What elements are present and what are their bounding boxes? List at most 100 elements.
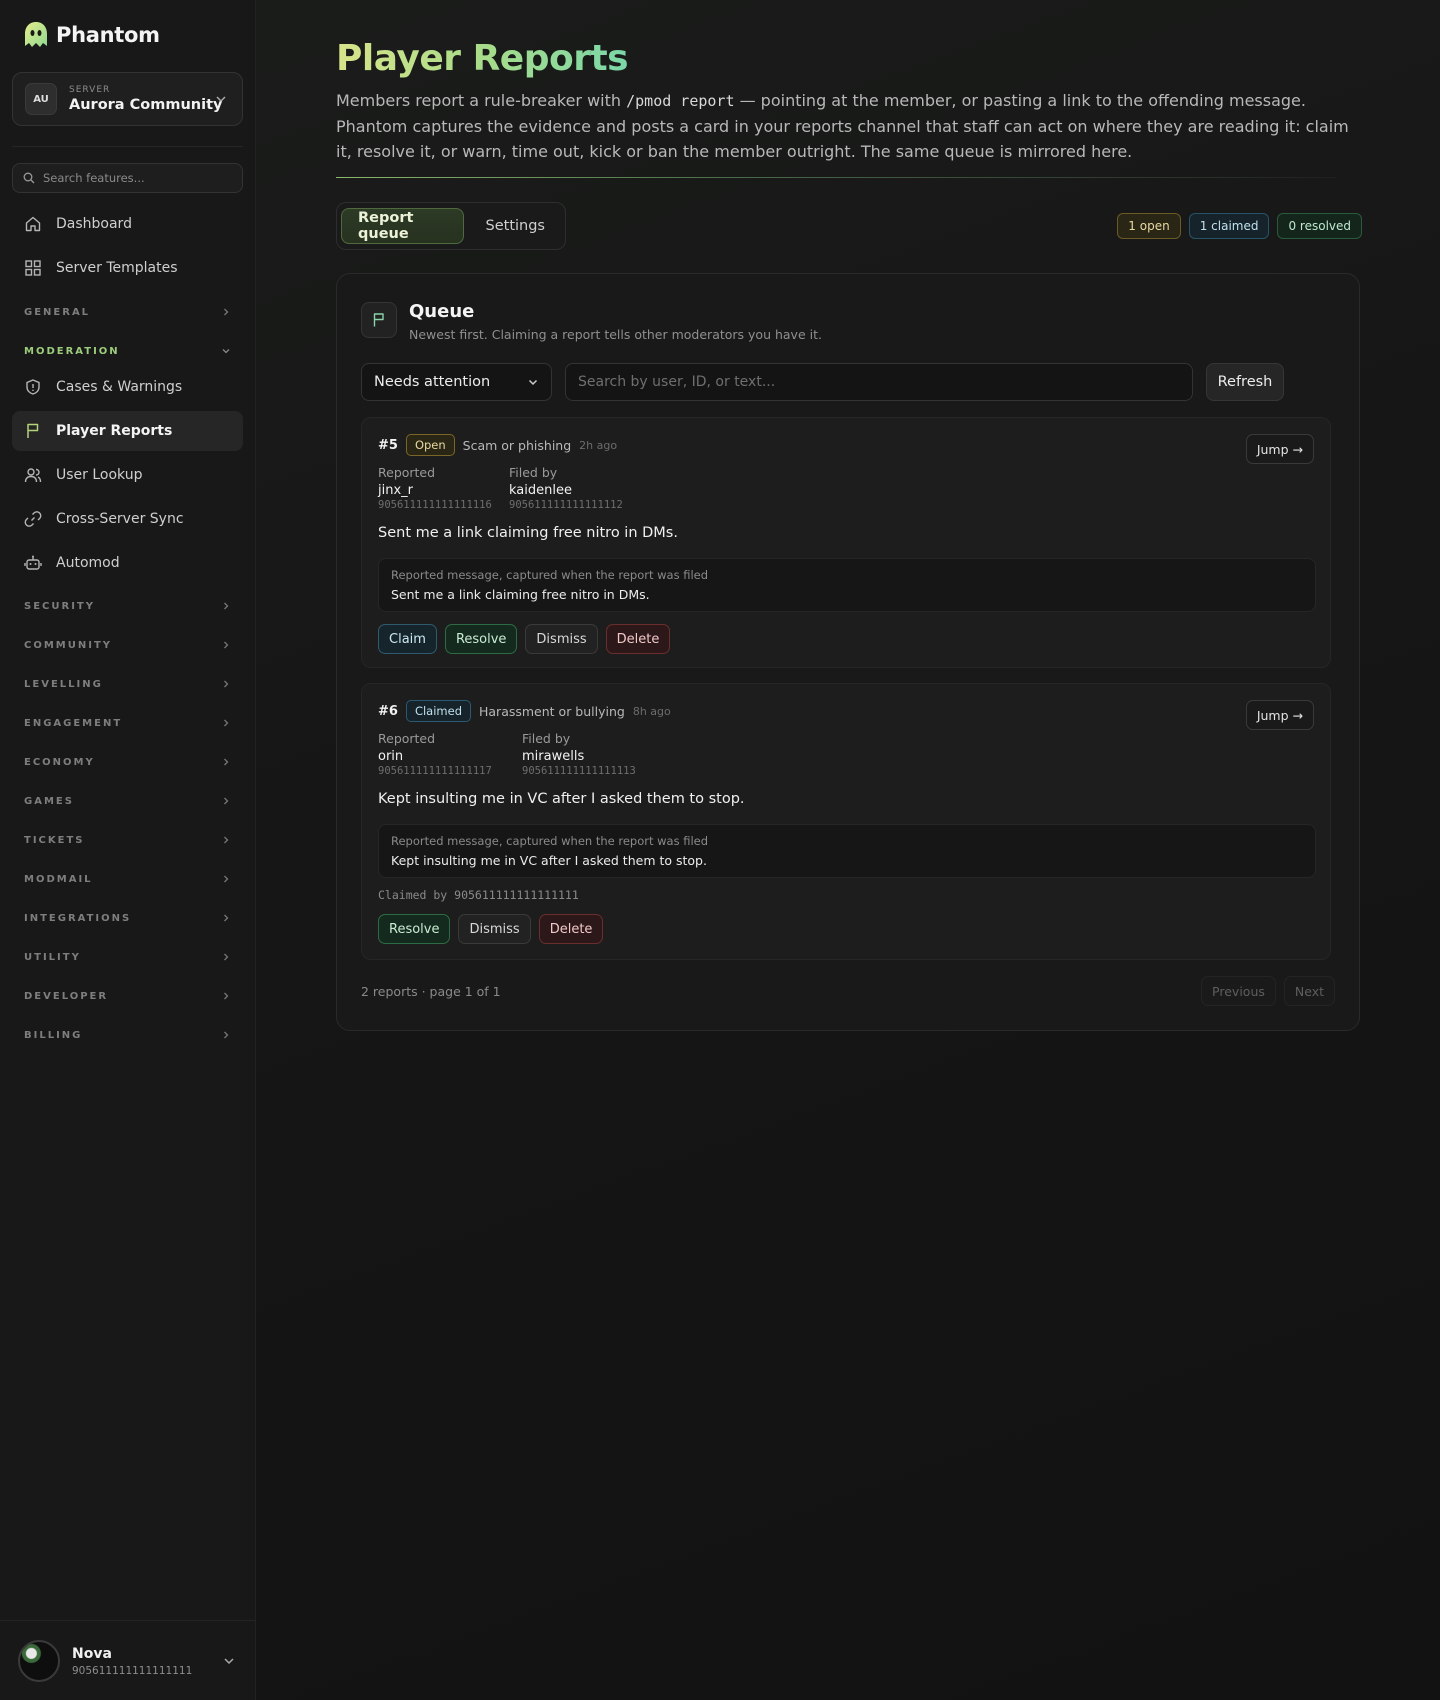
report-search-input[interactable] xyxy=(565,363,1193,401)
page-description: Members report a rule-breaker with /pmod… xyxy=(336,88,1366,164)
section-security[interactable]: SECURITY xyxy=(24,596,231,616)
chevron-right-icon xyxy=(224,797,229,805)
sidebar-item-label: Cross-Server Sync xyxy=(56,511,184,527)
user-menu[interactable]: Nova 905611111111111111 xyxy=(18,1638,240,1684)
resolved-count-badge: 0 resolved xyxy=(1277,213,1362,239)
chevron-right-icon xyxy=(224,641,229,649)
sidebar-item-cross-server-sync[interactable]: Cross-Server Sync xyxy=(12,499,243,539)
reported-id: 905611111111111116 xyxy=(378,499,492,511)
link-icon xyxy=(24,511,42,527)
section-developer[interactable]: DEVELOPER xyxy=(24,986,231,1006)
report-number: #5 xyxy=(378,437,398,453)
section-integrations[interactable]: INTEGRATIONS xyxy=(24,908,231,928)
section-label: DEVELOPER xyxy=(24,990,109,1002)
sidebar-item-label: Player Reports xyxy=(56,423,173,439)
sidebar-item-automod[interactable]: Automod xyxy=(12,543,243,583)
brand[interactable]: Phantom xyxy=(22,20,160,50)
sidebar-item-label: User Lookup xyxy=(56,467,143,483)
refresh-button[interactable]: Refresh xyxy=(1206,363,1284,401)
reported-message-quote: Reported message, captured when the repo… xyxy=(378,824,1316,878)
queue-panel: Queue Newest first. Claiming a report te… xyxy=(336,273,1360,1031)
next-page-button[interactable]: Next xyxy=(1283,976,1335,1006)
chevron-right-icon xyxy=(224,953,229,961)
section-economy[interactable]: ECONOMY xyxy=(24,752,231,772)
section-label: MODMAIL xyxy=(24,873,93,885)
pagination-summary: 2 reports · page 1 of 1 xyxy=(361,984,501,999)
reported-name: jinx_r xyxy=(378,483,414,498)
section-general[interactable]: GENERAL xyxy=(24,302,231,322)
chevron-right-icon xyxy=(224,836,229,844)
chevron-right-icon xyxy=(224,992,229,1000)
section-community[interactable]: COMMUNITY xyxy=(24,635,231,655)
sidebar-item-user-lookup[interactable]: User Lookup xyxy=(12,455,243,495)
section-levelling[interactable]: LEVELLING xyxy=(24,674,231,694)
filed-id: 905611111111111112 xyxy=(509,499,623,511)
section-modmail[interactable]: MODMAIL xyxy=(24,869,231,889)
sidebar-item-label: Cases & Warnings xyxy=(56,379,183,395)
chevron-down-icon xyxy=(528,379,538,386)
delete-button[interactable]: Delete xyxy=(538,914,604,944)
command-code: /pmod report xyxy=(626,92,735,110)
chevron-down-icon xyxy=(222,349,230,354)
server-selector[interactable]: AU SERVER Aurora Community xyxy=(12,72,243,126)
resolve-button[interactable]: Resolve xyxy=(378,914,451,944)
chevron-down-icon xyxy=(224,1658,234,1665)
previous-page-button[interactable]: Previous xyxy=(1201,976,1276,1006)
home-icon xyxy=(25,216,41,232)
search-icon xyxy=(23,172,35,184)
quote-text: Kept insulting me in VC after I asked th… xyxy=(391,853,707,868)
jump-button[interactable]: Jump → xyxy=(1245,700,1314,730)
sidebar-item-dashboard[interactable]: Dashboard xyxy=(12,204,243,244)
section-label: GAMES xyxy=(24,795,74,807)
report-number: #6 xyxy=(378,703,398,719)
delete-button[interactable]: Delete xyxy=(605,624,671,654)
user-id: 905611111111111111 xyxy=(72,1664,193,1677)
shield-icon xyxy=(26,379,40,395)
section-utility[interactable]: UTILITY xyxy=(24,947,231,967)
quote-label: Reported message, captured when the repo… xyxy=(391,568,709,582)
chevron-right-icon xyxy=(224,875,229,883)
claimed-by-text: Claimed by 905611111111111111 xyxy=(378,888,579,902)
section-games[interactable]: GAMES xyxy=(24,791,231,811)
phantom-logo-icon xyxy=(25,22,47,47)
desc-text: Members report a rule-breaker with xyxy=(336,91,627,110)
section-label: SECURITY xyxy=(24,600,95,612)
sidebar: Phantom AU SERVER Aurora Community Dashb… xyxy=(0,0,256,1700)
sidebar-item-cases-warnings[interactable]: Cases & Warnings xyxy=(12,367,243,407)
jump-button[interactable]: Jump → xyxy=(1245,434,1314,464)
dismiss-button[interactable]: Dismiss xyxy=(458,914,531,944)
claim-button[interactable]: Claim xyxy=(378,624,437,654)
flag-icon xyxy=(27,423,39,438)
chevron-right-icon xyxy=(224,914,229,922)
title-divider xyxy=(336,177,1336,178)
avatar xyxy=(18,1640,60,1682)
filed-id: 905611111111111113 xyxy=(522,765,636,777)
robot-icon xyxy=(24,555,42,570)
chevron-right-icon xyxy=(224,1031,229,1039)
report-reason: Scam or phishing xyxy=(462,437,572,453)
filed-by-user: Filed by kaidenlee 905611111111111112 xyxy=(509,465,623,511)
feature-search-input[interactable] xyxy=(43,171,223,185)
resolve-button[interactable]: Resolve xyxy=(444,624,518,654)
sidebar-item-server-templates[interactable]: Server Templates xyxy=(12,248,243,288)
section-billing[interactable]: BILLING xyxy=(24,1025,231,1045)
section-label: GENERAL xyxy=(24,306,91,318)
section-label: COMMUNITY xyxy=(24,639,113,651)
status-badge: Claimed xyxy=(405,700,471,722)
status-filter-select[interactable]: Needs attention xyxy=(361,363,552,401)
section-moderation[interactable]: MODERATION xyxy=(24,341,231,361)
server-eyebrow: SERVER xyxy=(69,85,111,95)
feature-search[interactable] xyxy=(12,163,243,193)
chevron-down-icon xyxy=(216,96,226,103)
sidebar-item-player-reports[interactable]: Player Reports xyxy=(12,411,243,451)
status-filter-value: Needs attention xyxy=(374,374,491,390)
dismiss-button[interactable]: Dismiss xyxy=(525,624,598,654)
report-card: #5 Open Scam or phishing 2h ago Jump → R… xyxy=(361,417,1331,668)
server-name: Aurora Community xyxy=(69,97,223,113)
section-engagement[interactable]: ENGAGEMENT xyxy=(24,713,231,733)
section-tickets[interactable]: TICKETS xyxy=(24,830,231,850)
tab-report-queue[interactable]: Report queue xyxy=(341,208,464,244)
section-label: TICKETS xyxy=(24,834,85,846)
tab-settings[interactable]: Settings xyxy=(470,208,561,244)
sidebar-bottom-divider xyxy=(0,1620,256,1621)
